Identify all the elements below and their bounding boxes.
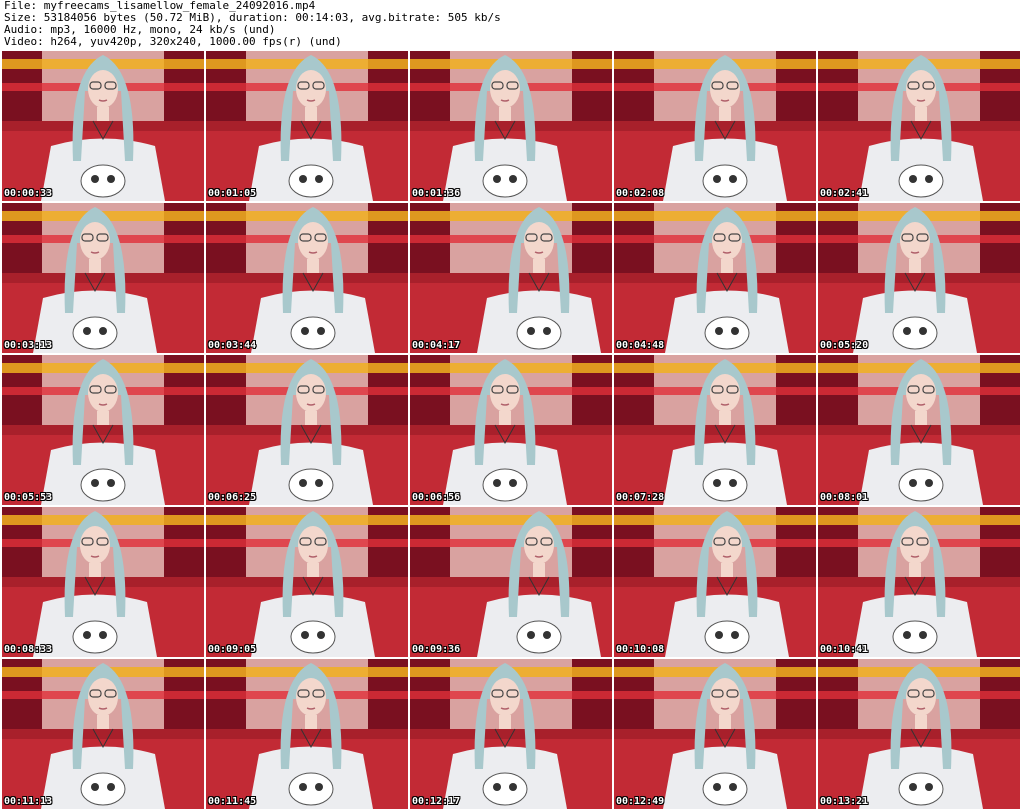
thumbnail-timestamp: 00:07:28 bbox=[616, 492, 665, 503]
thumbnail-timestamp: 00:05:20 bbox=[820, 340, 869, 351]
thumbnail-timestamp: 00:05:53 bbox=[4, 492, 53, 503]
frame-image bbox=[206, 507, 408, 657]
video-thumbnail: 00:03:44 bbox=[206, 203, 408, 353]
frame-image bbox=[2, 355, 204, 505]
thumbnail-timestamp: 00:08:33 bbox=[4, 644, 53, 655]
frame-image bbox=[206, 203, 408, 353]
video-thumbnail: 00:13:21 bbox=[818, 659, 1020, 809]
video-thumbnail: 00:09:05 bbox=[206, 507, 408, 657]
thumbnail-timestamp: 00:04:48 bbox=[616, 340, 665, 351]
frame-image bbox=[614, 203, 816, 353]
frame-image bbox=[206, 659, 408, 809]
thumbnail-timestamp: 00:04:17 bbox=[412, 340, 461, 351]
frame-image bbox=[206, 355, 408, 505]
thumbnail-timestamp: 00:08:01 bbox=[820, 492, 869, 503]
thumbnail-timestamp: 00:09:36 bbox=[412, 644, 461, 655]
frame-image bbox=[614, 51, 816, 201]
video-thumbnail: 00:01:05 bbox=[206, 51, 408, 201]
video-thumbnail: 00:11:13 bbox=[2, 659, 204, 809]
frame-image bbox=[818, 203, 1020, 353]
frame-image bbox=[614, 355, 816, 505]
thumbnail-timestamp: 00:02:41 bbox=[820, 188, 869, 199]
video-thumbnail: 00:10:41 bbox=[818, 507, 1020, 657]
thumbnail-timestamp: 00:06:56 bbox=[412, 492, 461, 503]
frame-image bbox=[206, 51, 408, 201]
video-thumbnail: 00:08:33 bbox=[2, 507, 204, 657]
frame-image bbox=[2, 659, 204, 809]
video-thumbnail: 00:04:48 bbox=[614, 203, 816, 353]
video-thumbnail: 00:12:49 bbox=[614, 659, 816, 809]
thumbnail-timestamp: 00:03:44 bbox=[208, 340, 257, 351]
video-thumbnail: 00:01:36 bbox=[410, 51, 612, 201]
video-thumbnail: 00:02:41 bbox=[818, 51, 1020, 201]
thumbnail-timestamp: 00:13:21 bbox=[820, 796, 869, 807]
video-thumbnail: 00:04:17 bbox=[410, 203, 612, 353]
frame-image bbox=[614, 659, 816, 809]
thumbnail-timestamp: 00:12:17 bbox=[412, 796, 461, 807]
frame-image bbox=[818, 507, 1020, 657]
video-thumbnail: 00:05:20 bbox=[818, 203, 1020, 353]
thumbnail-timestamp: 00:00:33 bbox=[4, 188, 53, 199]
frame-image bbox=[2, 203, 204, 353]
video-info-line: Video: h264, yuv420p, 320x240, 1000.00 f… bbox=[4, 35, 342, 48]
frame-image bbox=[410, 355, 612, 505]
video-thumbnail: 00:09:36 bbox=[410, 507, 612, 657]
frame-image bbox=[614, 507, 816, 657]
frame-image bbox=[2, 51, 204, 201]
frame-image bbox=[410, 659, 612, 809]
thumbnail-timestamp: 00:11:45 bbox=[208, 796, 257, 807]
thumbnail-grid: 00:00:33 00:01:05 00:01:36 00:02:08 00:02:41… bbox=[2, 51, 1022, 811]
video-thumbnail: 00:06:25 bbox=[206, 355, 408, 505]
thumbnail-timestamp: 00:12:49 bbox=[616, 796, 665, 807]
file-info-header: File: myfreecams_lisamellow_female_24092… bbox=[4, 0, 1020, 50]
thumbnail-timestamp: 00:06:25 bbox=[208, 492, 257, 503]
video-thumbnail: 00:06:56 bbox=[410, 355, 612, 505]
thumbnail-timestamp: 00:09:05 bbox=[208, 644, 257, 655]
video-thumbnail: 00:11:45 bbox=[206, 659, 408, 809]
frame-image bbox=[410, 507, 612, 657]
thumbnail-timestamp: 00:03:13 bbox=[4, 340, 53, 351]
thumbnail-timestamp: 00:10:08 bbox=[616, 644, 665, 655]
frame-image bbox=[818, 659, 1020, 809]
thumbnail-timestamp: 00:01:05 bbox=[208, 188, 257, 199]
frame-image bbox=[410, 203, 612, 353]
video-thumbnail: 00:03:13 bbox=[2, 203, 204, 353]
thumbnail-timestamp: 00:02:08 bbox=[616, 188, 665, 199]
video-thumbnail: 00:05:53 bbox=[2, 355, 204, 505]
video-thumbnail: 00:07:28 bbox=[614, 355, 816, 505]
frame-image bbox=[818, 51, 1020, 201]
video-thumbnail: 00:10:08 bbox=[614, 507, 816, 657]
video-thumbnail: 00:02:08 bbox=[614, 51, 816, 201]
thumbnail-timestamp: 00:01:36 bbox=[412, 188, 461, 199]
video-thumbnail: 00:08:01 bbox=[818, 355, 1020, 505]
thumbnail-timestamp: 00:11:13 bbox=[4, 796, 53, 807]
video-thumbnail: 00:00:33 bbox=[2, 51, 204, 201]
video-thumbnail: 00:12:17 bbox=[410, 659, 612, 809]
frame-image bbox=[818, 355, 1020, 505]
frame-image bbox=[410, 51, 612, 201]
frame-image bbox=[2, 507, 204, 657]
thumbnail-timestamp: 00:10:41 bbox=[820, 644, 869, 655]
